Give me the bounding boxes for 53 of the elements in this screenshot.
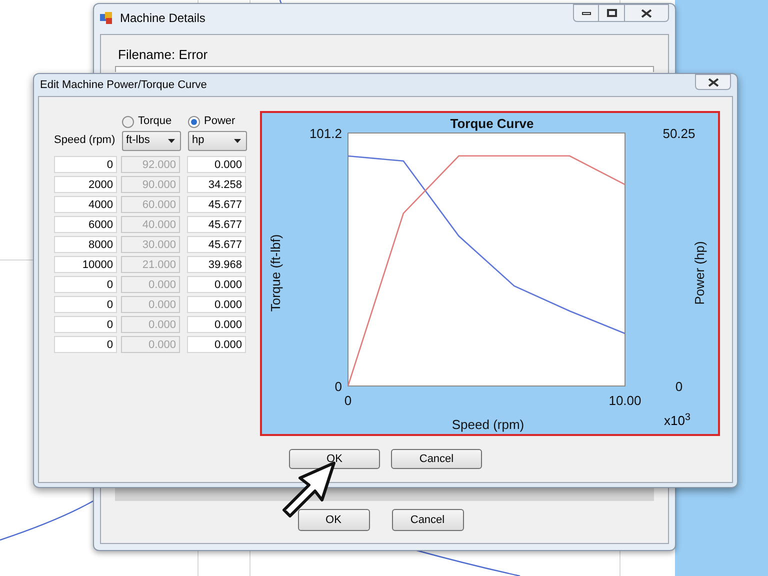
input-field[interactable]: 39.968 [187,256,246,273]
input-field[interactable]: 8000 [54,236,117,253]
input-field[interactable]: 34.258 [187,176,246,193]
input-field[interactable]: 0 [54,276,117,293]
option-label: Power [204,114,236,130]
input-field[interactable]: 2000 [54,176,117,193]
radio-button[interactable] [122,116,134,128]
maximize-button[interactable] [599,4,625,22]
tick-label: 0 [334,379,342,394]
close-icon [708,78,718,86]
dialog-button[interactable]: Cancel [391,449,482,469]
input-field[interactable]: 10000 [54,256,117,273]
input-field[interactable]: 0.000 [187,276,246,293]
close-button[interactable] [695,74,731,90]
input-field[interactable]: 0.000 [187,296,246,313]
close-button[interactable] [625,4,669,22]
input-field[interactable]: 0 [54,156,117,173]
caret-icon [168,138,175,142]
unit-dropdown[interactable]: ft-lbs [122,130,181,150]
tick-label: 50.25 [662,126,696,141]
input-field[interactable]: 0.000 [187,156,246,173]
axis-label: Torque (ft-lbf) [268,234,283,312]
dialog-button[interactable]: OK [289,449,380,469]
app-icon [100,10,114,24]
tick-label: 0 [675,379,683,394]
tick-label: 10.00 [608,393,642,408]
tick-label: 0 [344,393,352,408]
input-field[interactable]: 0 [54,336,117,353]
close-icon [641,8,652,18]
column-header: Speed (rpm) [54,133,116,148]
unit-dropdown[interactable]: hp [188,130,247,150]
input-field[interactable]: 0 [54,296,117,313]
input-field[interactable]: 45.677 [187,196,246,213]
input-field[interactable]: 0.000 [187,336,246,353]
input-field[interactable]: 0.000 [187,316,246,333]
axis-label: Speed (rpm) [452,417,524,432]
dialog-button[interactable]: Cancel [392,509,464,531]
input-field[interactable]: 6000 [54,216,117,233]
input-field[interactable]: 45.677 [187,216,246,233]
axis-scale-label: x10$^{3}$ [664,413,690,429]
axis-label: Power (hp) [692,241,707,305]
caret-icon [234,138,241,142]
filename-label: Filename: Error [118,46,209,64]
input-field[interactable]: 0 [54,316,117,333]
window-title: Edit Machine Power/Torque Curve [40,78,207,93]
window-title: Machine Details [120,10,206,26]
input-field[interactable]: 4000 [54,196,117,213]
tick-label: 101.2 [309,126,342,141]
option-label: Torque [138,114,172,130]
chart-title: Torque Curve [450,116,534,131]
input-field[interactable]: 45.677 [187,236,246,253]
minimize-button[interactable] [573,4,599,22]
radio-button[interactable] [188,116,200,128]
